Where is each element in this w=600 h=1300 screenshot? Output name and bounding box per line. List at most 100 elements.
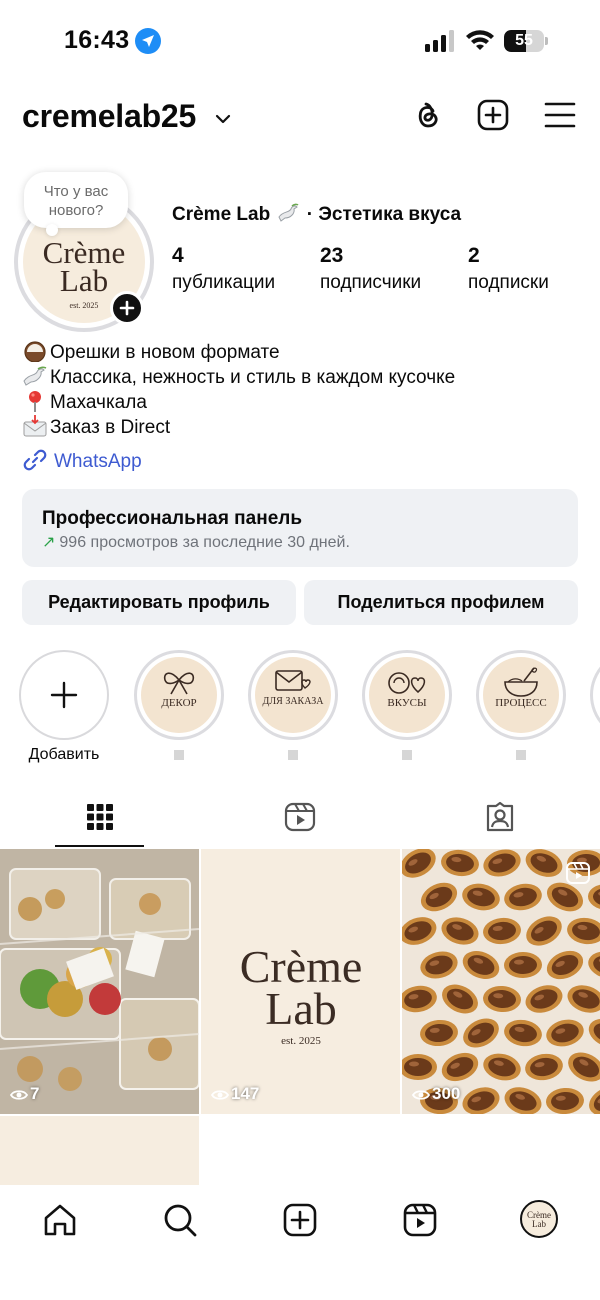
highlight-decor[interactable]: ДЕКОР <box>134 650 224 770</box>
tab-reels[interactable] <box>200 795 400 849</box>
envelope-heart-icon <box>275 670 311 691</box>
bio-line: Заказ в Direct <box>22 415 582 440</box>
profile-tagline: · Эстетика вкуса <box>306 204 462 225</box>
post-tile[interactable]: 7 <box>0 849 199 1114</box>
bio-text: Классика, нежность и стиль в каждом кусо… <box>50 367 456 388</box>
stat-posts[interactable]: 4 публикации <box>172 244 275 294</box>
profile-content-tabs <box>0 795 600 849</box>
highlight-seen-indicator <box>174 750 184 760</box>
post-view-count-value: 147 <box>231 1084 260 1103</box>
whatsapp-link-label: WhatsApp <box>54 451 142 472</box>
coconut-emoji-icon <box>24 341 46 362</box>
bio-text: Заказ в Direct <box>50 417 171 438</box>
highlight-seen-indicator <box>516 750 526 760</box>
stat-posts-count: 4 <box>172 244 184 267</box>
trend-up-icon: ↗ <box>42 534 56 551</box>
bio-text: Орешки в новом формате <box>50 342 280 363</box>
highlight-seen-indicator <box>288 750 298 760</box>
note-bubble-tail <box>46 224 58 236</box>
stat-followers-count: 23 <box>320 244 344 267</box>
post-logo-est: est. 2025 <box>281 1035 321 1047</box>
post-view-count: 147 <box>210 1084 260 1104</box>
wifi-icon <box>466 30 494 50</box>
bottom-navigation: Crème Lab <box>0 1185 600 1300</box>
stat-followers-label: подписчики <box>320 272 422 293</box>
bow-icon <box>163 672 195 695</box>
eye-icon <box>9 1090 29 1100</box>
display-name-line: Crème Lab · Эстетика вкуса <box>172 203 461 226</box>
post-view-count-value: 7 <box>30 1084 40 1103</box>
plus-icon <box>119 300 135 316</box>
note-bubble[interactable]: Что у вас нового? <box>24 172 128 228</box>
profile-tab-avatar[interactable]: Crème Lab <box>520 1200 558 1238</box>
stat-following-label: подписки <box>468 272 549 293</box>
post-tile[interactable]: Crème Lab est. 2025 147 <box>201 849 400 1114</box>
battery-percent: 55 <box>515 32 533 49</box>
post-view-count: 300 <box>411 1084 461 1104</box>
post-tile[interactable] <box>0 1116 199 1185</box>
stat-followers[interactable]: 23 подписчики <box>320 244 421 294</box>
chevron-down-icon[interactable] <box>214 110 232 128</box>
post-view-count: 7 <box>9 1084 40 1104</box>
battery-icon: 55 <box>504 30 548 52</box>
status-time: 16:43 <box>64 26 130 54</box>
post-view-count-value: 300 <box>432 1084 461 1103</box>
professional-dashboard[interactable]: Профессиональная панель ↗ 996 просмотров … <box>22 489 578 567</box>
reels-icon[interactable] <box>400 1200 440 1240</box>
eye-icon <box>210 1090 230 1100</box>
professional-dashboard-subtitle: ↗ 996 просмотров за последние 30 дней. <box>42 532 350 552</box>
highlight-decor-label: ДЕКОР <box>161 697 197 709</box>
dove-emoji-icon <box>278 203 300 222</box>
highlight-for-order-label: ДЛЯ ЗАКАЗА <box>262 696 324 707</box>
create-icon[interactable] <box>280 1200 320 1240</box>
highlight-flavors-label: ВКУСЫ <box>387 697 427 709</box>
mixing-bowl-icon <box>504 667 538 697</box>
stat-posts-label: публикации <box>172 272 276 293</box>
pin-emoji-icon <box>29 391 41 412</box>
highlight-process[interactable]: ПРОЦЕСС <box>476 650 566 770</box>
coconut-heart-icon <box>388 672 426 694</box>
highlight-flavors[interactable]: ВКУСЫ <box>362 650 452 770</box>
bio-line: Махачкала <box>22 390 582 415</box>
post-photo-caramel-nuts <box>402 849 600 1114</box>
highlight-more[interactable] <box>590 650 600 770</box>
post-logo-line2: Lab <box>265 983 337 1034</box>
highlight-process-label: ПРОЦЕСС <box>495 697 547 709</box>
professional-dashboard-title: Профессиональная панель <box>42 508 303 529</box>
add-story-button[interactable] <box>110 291 144 325</box>
grid-icon <box>87 804 113 830</box>
highlight-seen-indicator <box>402 750 412 760</box>
envelope-emoji-icon <box>23 415 47 437</box>
bio-text: Махачкала <box>50 392 147 413</box>
highlight-add[interactable]: Добавить <box>19 650 109 770</box>
menu-icon[interactable] <box>543 98 577 132</box>
highlight-for-order[interactable]: ДЛЯ ЗАКАЗА <box>248 650 338 770</box>
bio-line: Классика, нежность и стиль в каждом кусо… <box>22 365 582 390</box>
post-tile[interactable]: 300 <box>402 849 600 1114</box>
create-post-icon[interactable] <box>476 98 510 132</box>
threads-icon[interactable] <box>410 98 444 132</box>
post-photo-packaged-sweets <box>0 849 199 1114</box>
dove-emoji-icon <box>23 366 47 386</box>
reels-icon <box>284 802 316 832</box>
cellular-signal-icon <box>425 30 454 52</box>
stat-following[interactable]: 2 подписки <box>468 244 549 294</box>
account-switcher-username[interactable]: cremelab25 <box>22 98 196 135</box>
active-tab-indicator <box>55 845 144 847</box>
edit-profile-button[interactable]: Редактировать профиль <box>22 580 296 625</box>
home-icon[interactable] <box>40 1200 80 1240</box>
reels-badge-icon <box>566 862 590 884</box>
bio-line: Орешки в новом формате <box>22 340 582 365</box>
profile-header: cremelab25 <box>0 90 600 150</box>
whatsapp-link[interactable]: WhatsApp <box>22 447 142 473</box>
tab-tagged[interactable] <box>400 795 600 849</box>
location-icon <box>135 28 161 54</box>
tab-posts-grid[interactable] <box>0 795 200 849</box>
nav-avatar-line2: Lab <box>532 1219 546 1229</box>
search-icon[interactable] <box>160 1200 200 1240</box>
stat-following-count: 2 <box>468 244 480 267</box>
highlight-add-label: Добавить <box>28 746 100 763</box>
share-profile-button[interactable]: Поделиться профилем <box>304 580 578 625</box>
display-name: Crème Lab <box>172 204 271 225</box>
tagged-icon <box>486 801 514 832</box>
